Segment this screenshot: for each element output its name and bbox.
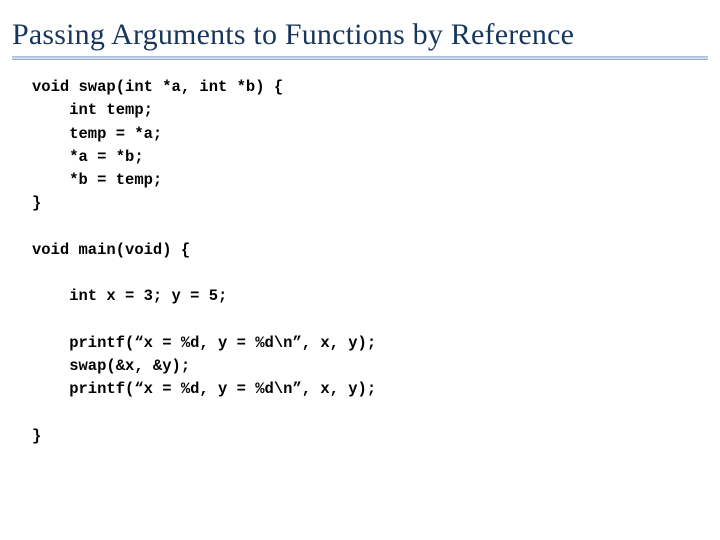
- page-title: Passing Arguments to Functions by Refere…: [12, 18, 708, 52]
- title-divider: [12, 56, 708, 60]
- slide: Passing Arguments to Functions by Refere…: [0, 0, 720, 540]
- code-block: void swap(int *a, int *b) { int temp; te…: [12, 76, 708, 448]
